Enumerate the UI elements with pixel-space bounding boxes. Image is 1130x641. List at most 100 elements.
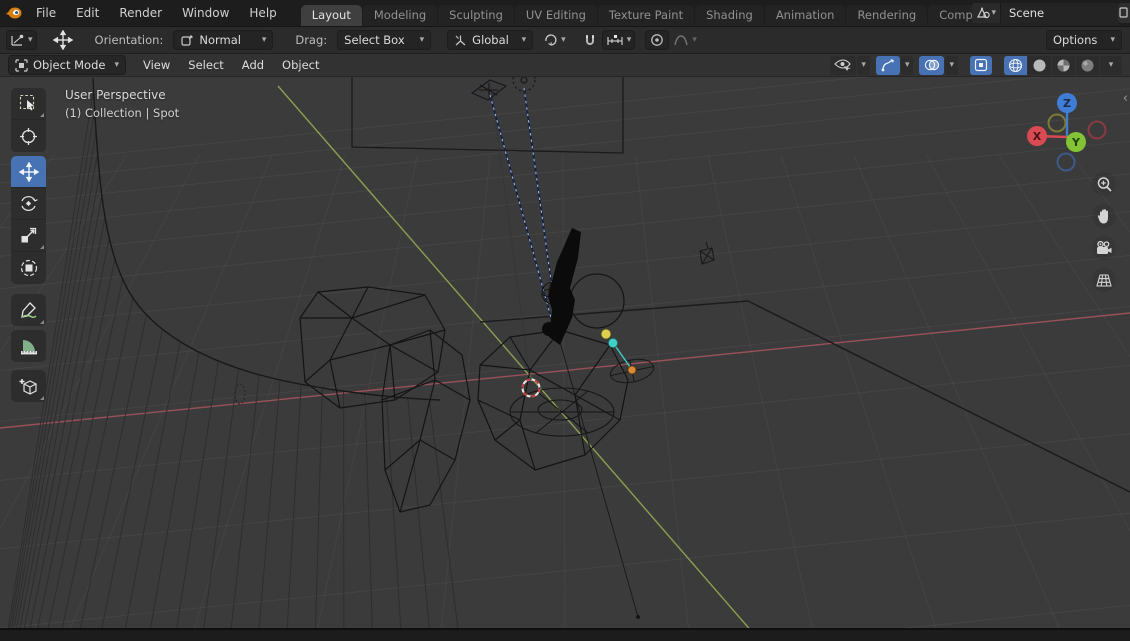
perspective-label: User Perspective (65, 88, 166, 102)
menu-edit[interactable]: Edit (66, 0, 109, 26)
tool-annotate[interactable] (11, 294, 46, 326)
transform-pivot-button[interactable]: ▾ (539, 30, 570, 50)
chevron-down-icon: ▾ (1110, 34, 1115, 45)
gizmos-chevron-button[interactable]: ▾ (900, 55, 914, 75)
handle-cyan (608, 337, 619, 348)
viewport-nav-buttons (1092, 172, 1116, 292)
menu-help[interactable]: Help (239, 0, 286, 26)
tab-shading[interactable]: Shading (695, 5, 764, 26)
menu-view[interactable]: View (134, 53, 179, 77)
menu-render[interactable]: Render (109, 0, 172, 26)
empty-object (699, 241, 715, 265)
svg-text:X: X (1033, 130, 1042, 143)
shading-wireframe-button[interactable] (1004, 55, 1027, 75)
menu-add[interactable]: Add (233, 53, 273, 77)
3d-viewport[interactable]: User Perspective (1) Collection | Spot Z… (0, 77, 1130, 628)
wireframe-sphere-icon (1008, 58, 1023, 72)
proportional-editing-button[interactable] (645, 30, 670, 50)
rendered-sphere-icon (1081, 59, 1094, 71)
chevron-down-icon: ▾ (991, 7, 996, 18)
viewport-info-text: User Perspective (1) Collection | Spot (65, 86, 179, 122)
tab-animation[interactable]: Animation (764, 5, 846, 26)
tool-scale[interactable] (11, 220, 46, 252)
gizmo-arrow-icon (881, 59, 894, 72)
visibility-eye-icon (834, 59, 852, 71)
tool-expand-corner (40, 245, 44, 249)
scene-icon (977, 7, 991, 19)
mode-value: Object Mode (33, 58, 106, 72)
gizmos-toggle-button[interactable] (875, 55, 900, 75)
tool-transform[interactable] (11, 252, 46, 284)
tool-select-box[interactable] (11, 88, 46, 120)
overlays-chevron-button[interactable]: ▾ (945, 55, 958, 75)
shading-rendered-button[interactable] (1076, 55, 1099, 75)
shading-chevron-button[interactable]: ▾ (1100, 55, 1122, 75)
chevron-down-icon: ▾ (861, 59, 866, 70)
menu-window[interactable]: Window (172, 0, 239, 26)
proportional-falloff-button[interactable]: ▾ (669, 30, 701, 50)
perspective-toggle-button[interactable] (1092, 268, 1116, 292)
shading-solid-button[interactable] (1028, 55, 1051, 75)
tool-measure[interactable] (11, 330, 46, 362)
camera-view-button[interactable] (1092, 236, 1116, 260)
chevron-down-icon: ▾ (949, 59, 954, 70)
chevron-down-icon: ▾ (521, 34, 527, 45)
transform-space-value: Global (472, 33, 509, 47)
gizmo-axis-neg-y[interactable] (1047, 113, 1067, 133)
tab-modeling[interactable]: Modeling (362, 5, 438, 26)
tool-cursor[interactable] (11, 120, 46, 152)
snap-settings-button[interactable]: ▾ (601, 30, 636, 50)
mode-dropdown[interactable]: Object Mode ▾ (8, 55, 126, 75)
object-visibility-button[interactable] (830, 55, 857, 75)
blender-logo-icon[interactable] (0, 0, 26, 26)
tab-texture-paint[interactable]: Texture Paint (597, 5, 695, 26)
editor-type-button[interactable]: ▾ (6, 30, 37, 50)
left-toolbar (11, 88, 46, 406)
xray-icon (974, 58, 988, 72)
tab-sculpting[interactable]: Sculpting (438, 5, 514, 26)
new-scene-button[interactable] (1118, 3, 1130, 23)
menu-object[interactable]: Object (273, 53, 328, 77)
scene-name-field[interactable]: Scene (1000, 3, 1118, 23)
orientation-value: Normal (199, 33, 241, 47)
chevron-down-icon: ▾ (28, 34, 33, 45)
orientation-dropdown[interactable]: Normal ▾ (173, 30, 274, 50)
options-dropdown[interactable]: Options ▾ (1046, 30, 1122, 50)
pivot-point-icon (545, 34, 557, 46)
collapse-panel-icon[interactable]: ‹ (1123, 91, 1128, 106)
menu-file[interactable]: File (26, 0, 66, 26)
tool-expand-corner (40, 113, 44, 117)
overlays-toggle-button[interactable] (919, 55, 945, 75)
scene-selector: ▾ Scene (972, 0, 1130, 26)
chevron-down-icon: ▾ (561, 34, 566, 45)
tab-rendering[interactable]: Rendering (846, 5, 928, 26)
shading-material-button[interactable] (1052, 55, 1075, 75)
chevron-down-icon: ▾ (1108, 59, 1114, 70)
visibility-chevron-button[interactable]: ▾ (857, 55, 870, 75)
viewport-header: Object Mode ▾ View Select Add Object ▾ ▾… (0, 53, 1130, 77)
svg-text:Z: Z (1063, 97, 1071, 110)
zoom-button[interactable] (1092, 172, 1116, 196)
tab-uv-editing[interactable]: UV Editing (514, 5, 597, 26)
overlays-icon (925, 59, 940, 71)
handle-yellow (600, 328, 612, 340)
drag-dropdown[interactable]: Select Box ▾ (337, 30, 432, 50)
drag-label: Drag: (295, 33, 328, 47)
transform-space-dropdown[interactable]: Global ▾ (447, 30, 534, 50)
gizmo-axis-neg-x[interactable] (1087, 120, 1107, 140)
gizmo-axis-neg-z[interactable] (1056, 152, 1076, 172)
tool-add-cube[interactable] (11, 370, 46, 402)
collection-label: (1) Collection | Spot (65, 106, 180, 120)
tool-rotate[interactable] (11, 188, 46, 220)
tab-layout[interactable]: Layout (300, 5, 362, 26)
proportional-editing-icon (651, 34, 664, 46)
navigation-gizmo[interactable]: Z X Y (1022, 83, 1114, 175)
timeline-edge[interactable] (0, 628, 1130, 641)
scene-browse-button[interactable]: ▾ (972, 3, 1000, 23)
pan-hand-button[interactable] (1092, 204, 1116, 228)
xray-toggle-button[interactable] (970, 55, 992, 75)
svg-text:Y: Y (1071, 136, 1081, 149)
snap-toggle-button[interactable] (578, 30, 602, 50)
menu-select[interactable]: Select (179, 53, 232, 77)
tool-move[interactable] (11, 156, 46, 188)
